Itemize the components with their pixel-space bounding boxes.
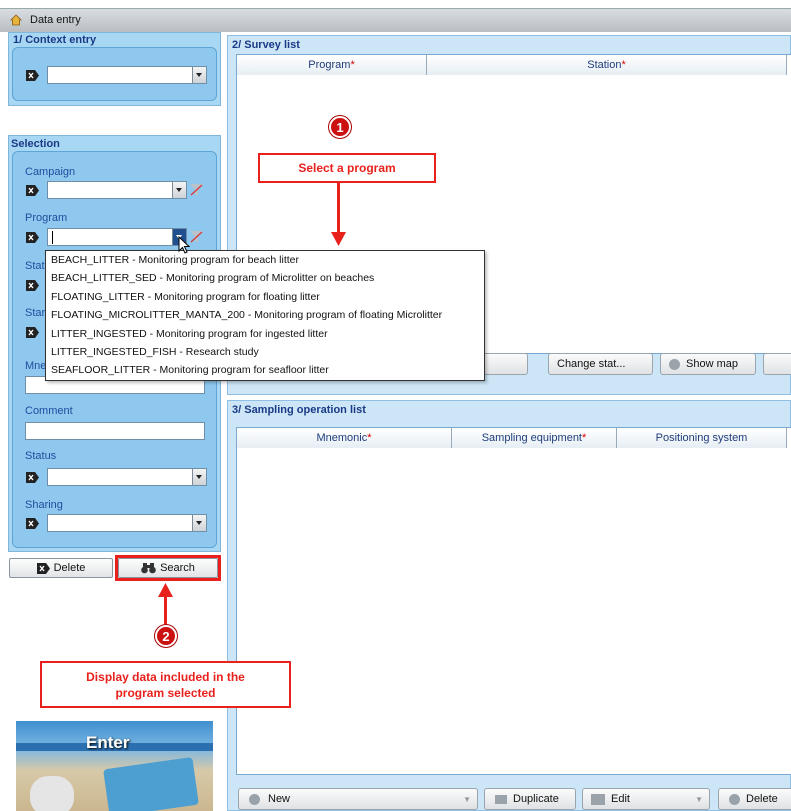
delete-button-label: Delete (53, 562, 86, 574)
program-dropdown-list: BEACH_LITTER - Monitoring program for be… (45, 250, 485, 381)
thumbnail-caption: Enter (86, 733, 130, 752)
step-1-text: Select a program (298, 161, 396, 175)
context-panel: 1/ Context entry (8, 32, 221, 106)
edit-icon (591, 793, 605, 805)
chevron-down-icon: ▼ (695, 794, 703, 804)
delete-button[interactable]: Delete (9, 558, 113, 578)
delete-icon (729, 793, 740, 805)
context-panel-header: 1/ Context entry (13, 34, 97, 46)
search-highlight-box (115, 555, 221, 581)
litter-bag (103, 756, 199, 811)
change-status-button[interactable]: Change stat... (548, 353, 653, 375)
selection-panel-header: Selection (11, 138, 60, 150)
program-select[interactable] (47, 228, 187, 246)
program-option[interactable]: SEAFLOOR_LITTER - Monitoring program for… (46, 361, 484, 379)
clear-icon[interactable] (26, 185, 39, 196)
clear-icon[interactable] (26, 232, 39, 243)
new-button[interactable]: New ▼ (238, 788, 478, 810)
campaign-label: Campaign (25, 166, 76, 178)
clear-icon[interactable] (26, 280, 39, 291)
sharing-select[interactable] (47, 514, 207, 532)
litter-bottle (30, 776, 74, 811)
clear-icon (36, 562, 50, 574)
clear-icon[interactable] (26, 472, 39, 483)
column-station[interactable]: Station * (427, 55, 787, 75)
program-option[interactable]: FLOATING_MICROLITTER_MANTA_200 - Monitor… (46, 306, 484, 324)
sampling-list-panel: 3/ Sampling operation list Mnemonic * Sam… (227, 400, 791, 811)
clear-icon[interactable] (26, 70, 39, 81)
program-option[interactable]: LITTER_INGESTED - Monitoring program for… (46, 325, 484, 343)
filter-icon[interactable] (190, 184, 203, 196)
sampling-table: Mnemonic * Sampling equipment * Positionin… (236, 427, 791, 775)
delete-operation-button[interactable]: Delete (718, 788, 791, 810)
context-select[interactable] (47, 66, 207, 84)
edit-button[interactable]: Edit ▼ (582, 788, 710, 810)
sharing-label: Sharing (25, 499, 63, 511)
chevron-down-icon: ▼ (463, 794, 471, 804)
enter-thumbnail[interactable]: Enter (16, 721, 213, 811)
station-label: Stati (25, 260, 48, 272)
text-cursor (52, 231, 53, 244)
column-positioning-system[interactable]: Positioning system (617, 428, 787, 448)
column-sampling-equipment[interactable]: Sampling equipment * (452, 428, 617, 448)
clear-icon[interactable] (26, 327, 39, 338)
window-title: Data entry (30, 14, 81, 26)
step-1-callout: Select a program (258, 153, 436, 183)
arrow-down-icon (331, 232, 346, 246)
campaign-select[interactable] (47, 181, 187, 199)
step-1-arrow-line (337, 183, 340, 235)
program-label: Program (25, 212, 68, 224)
survey-more-button[interactable] (763, 353, 791, 375)
program-option[interactable]: FLOATING_LITTER - Monitoring program for… (46, 288, 484, 306)
column-program[interactable]: Program * (237, 55, 427, 75)
mnemonic-label: Mne (25, 360, 47, 372)
step-1-badge: 1 (329, 116, 351, 138)
arrow-up-icon (158, 583, 173, 597)
home-icon (10, 14, 22, 26)
filter-icon[interactable] (190, 231, 203, 243)
show-map-button[interactable]: Show map (660, 353, 756, 375)
column-mnemonic[interactable]: Mnemonic * (237, 428, 452, 448)
map-icon (669, 358, 680, 370)
duplicate-button[interactable]: Duplicate (484, 788, 576, 810)
survey-list-header: 2/ Survey list (232, 39, 300, 51)
program-option[interactable]: BEACH_LITTER - Monitoring program for be… (46, 251, 484, 269)
new-icon (249, 793, 260, 805)
comment-input[interactable] (25, 422, 205, 440)
mouse-pointer-icon (178, 236, 190, 254)
step-2-callout: Display data included in the program sel… (40, 661, 291, 708)
program-option[interactable]: LITTER_INGESTED_FISH - Research study (46, 343, 484, 361)
status-select[interactable] (47, 468, 207, 486)
step-2-badge: 2 (155, 625, 177, 647)
program-option[interactable]: BEACH_LITTER_SED - Monitoring program of… (46, 269, 484, 287)
sampling-list-header: 3/ Sampling operation list (232, 404, 366, 416)
step-2-text: Display data included in the program sel… (86, 670, 245, 700)
step-2-arrow-line (164, 596, 167, 624)
title-bar: Data entry (0, 8, 791, 32)
clear-icon[interactable] (26, 518, 39, 529)
duplicate-icon (495, 794, 507, 804)
comment-label: Comment (25, 405, 73, 417)
status-label: Status (25, 450, 57, 462)
